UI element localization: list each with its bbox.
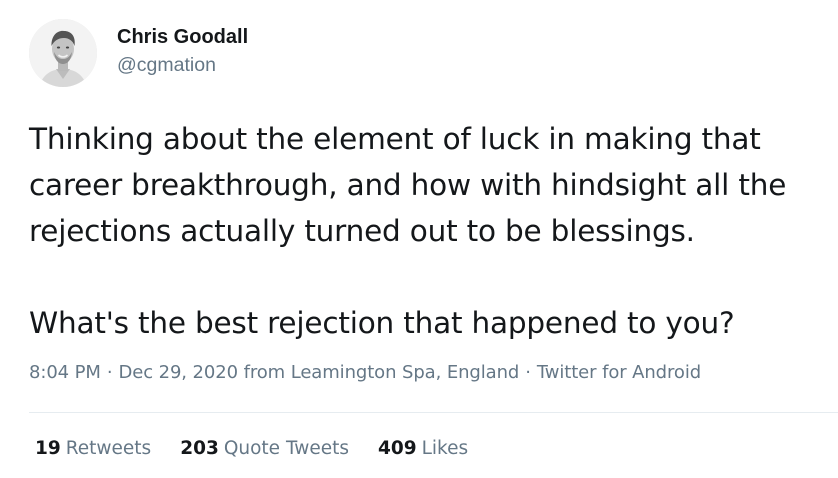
- tweet-location[interactable]: Leamington Spa, England: [291, 362, 520, 383]
- tweet-text-line: rejections actually turned out to be ble…: [29, 214, 695, 248]
- author-handle[interactable]: @cgmation: [117, 52, 248, 78]
- tweet-timestamp[interactable]: 8:04 PM · Dec 29, 2020: [29, 362, 238, 383]
- quote-tweets-stat[interactable]: 203 Quote Tweets: [180, 438, 349, 459]
- divider: [29, 412, 838, 413]
- retweets-label: Retweets: [65, 438, 152, 459]
- quote-tweets-count: 203: [180, 438, 219, 459]
- tweet-text: Thinking about the element of luck in ma…: [29, 116, 829, 346]
- likes-label: Likes: [421, 438, 469, 459]
- tweet-text-line: Thinking about the element of luck in ma…: [29, 122, 761, 156]
- location-prefix: from: [243, 362, 286, 383]
- likes-stat[interactable]: 409 Likes: [378, 438, 468, 459]
- avatar[interactable]: [29, 19, 97, 87]
- tweet-meta: 8:04 PM · Dec 29, 2020 from Leamington Spa…: [29, 362, 701, 383]
- tweet-header: Chris Goodall @cgmation: [29, 19, 248, 87]
- quote-tweets-label: Quote Tweets: [223, 438, 349, 459]
- tweet-text-line: What's the best rejection that happened …: [29, 306, 735, 340]
- likes-count: 409: [377, 438, 417, 459]
- tweet-text-line: career breakthrough, and how with hindsi…: [29, 168, 787, 202]
- retweets-stat[interactable]: 19 Retweets: [35, 438, 151, 459]
- meta-separator: ·: [525, 362, 531, 383]
- paragraph-break: [29, 254, 829, 300]
- tweet-source[interactable]: Twitter for Android: [537, 362, 701, 383]
- retweets-count: 19: [35, 438, 61, 459]
- profile-photo-icon: [29, 19, 97, 87]
- tweet-time[interactable]: 8:04 PM: [29, 362, 101, 383]
- meta-separator: ·: [106, 362, 113, 383]
- tweet-date[interactable]: Dec 29, 2020: [118, 362, 238, 383]
- tweet-card: Chris Goodall @cgmation Thinking about t…: [0, 0, 838, 478]
- tweet-stats: 19 Retweets 203 Quote Tweets 409 Likes: [35, 438, 497, 459]
- author-display-name[interactable]: Chris Goodall: [117, 24, 248, 50]
- author-names: Chris Goodall @cgmation: [117, 24, 248, 78]
